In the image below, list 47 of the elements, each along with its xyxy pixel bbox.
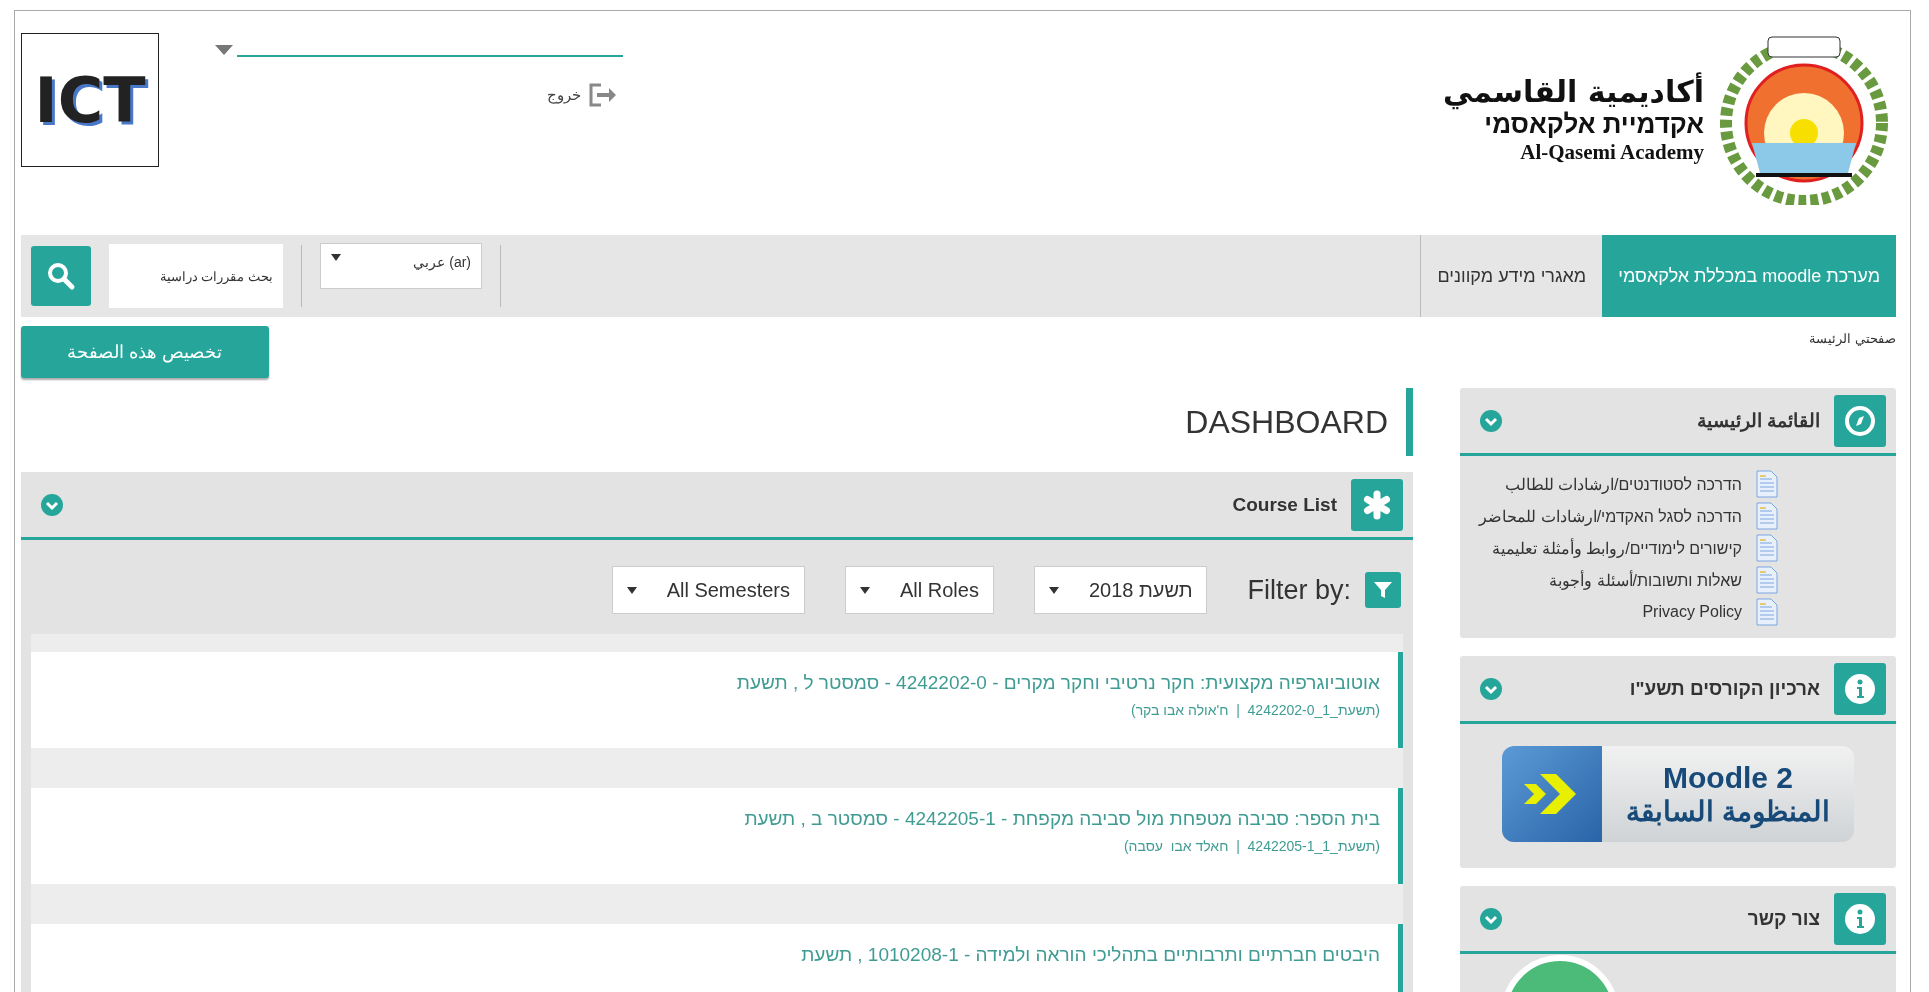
chevron-down-icon[interactable] xyxy=(1480,409,1502,432)
chevron-down-icon[interactable] xyxy=(1480,907,1502,930)
document-icon xyxy=(1756,470,1778,498)
menu-link[interactable]: שאלות ותשובות/أسئلة وأجوبة xyxy=(1460,564,1896,596)
block-title: צור קשר xyxy=(1747,907,1820,930)
search-field[interactable]: بحث مقررات دراسية xyxy=(109,244,283,308)
caret-down-icon xyxy=(215,45,233,55)
caret-down-icon xyxy=(1048,586,1059,594)
breadcrumb-link[interactable]: صفحتي الرئيسة xyxy=(1809,330,1896,346)
filter-label: Filter by: xyxy=(1247,574,1351,606)
chevron-down-icon[interactable] xyxy=(41,493,63,516)
info-icon xyxy=(1834,662,1886,715)
logout-icon xyxy=(589,83,617,107)
document-icon xyxy=(1756,534,1778,562)
filter-select[interactable]: תשעת 2018 xyxy=(1033,566,1208,614)
brand-name: أكاديمية القاسمي xyxy=(1442,73,1704,109)
filter-icon xyxy=(1365,572,1401,608)
caret-down-icon xyxy=(626,586,637,594)
caret-down-icon xyxy=(331,254,341,261)
course-meta: (תשעת_1_4242205-1 | חאלד אבו עסבה) xyxy=(1123,838,1380,854)
page-title: DASHBOARD xyxy=(1185,388,1413,456)
menu-link[interactable]: הדרכה לסטודנטים/ارشادات للطالب xyxy=(1460,468,1896,500)
search-button[interactable] xyxy=(31,246,91,306)
block-title: ארכיון הקורסים תשע"ו xyxy=(1629,677,1820,700)
panel-title: Course List xyxy=(1232,493,1337,516)
filter-select[interactable]: All Semesters xyxy=(611,566,805,614)
document-icon xyxy=(1756,502,1778,530)
menu-link[interactable]: הדרכה לסגל האקדמי/ارشادات للمحاضر xyxy=(1460,500,1896,532)
search-icon xyxy=(46,261,76,291)
course-meta: (תשעת_1_4242202-0 | ח'אולה אבו בקר) xyxy=(1130,702,1380,718)
language-select[interactable]: عربي (ar) xyxy=(320,243,482,289)
chevron-down-icon[interactable] xyxy=(1480,677,1502,700)
info-icon xyxy=(1834,892,1886,945)
menu-link[interactable]: Privacy Policy xyxy=(1460,596,1896,628)
menu-link[interactable]: קישורים לימודיים/روابط وأمثلة تعليمية xyxy=(1460,532,1896,564)
logout-link[interactable]: خروج xyxy=(547,83,617,107)
document-icon xyxy=(1756,566,1778,594)
user-menu[interactable] xyxy=(215,45,623,55)
document-icon xyxy=(1756,598,1778,626)
asterisk-icon xyxy=(1351,478,1403,531)
caret-down-icon xyxy=(860,586,870,594)
brand-name: אקדמיית אלקאסמי xyxy=(1484,108,1704,140)
compass-icon xyxy=(1834,394,1886,447)
ict-logo: ICT xyxy=(21,33,159,167)
brand-name: Al-Qasemi Academy xyxy=(1520,139,1704,165)
filter-select[interactable]: All Roles xyxy=(845,566,994,614)
block-title: القائمة الرئيسية xyxy=(1696,409,1820,432)
